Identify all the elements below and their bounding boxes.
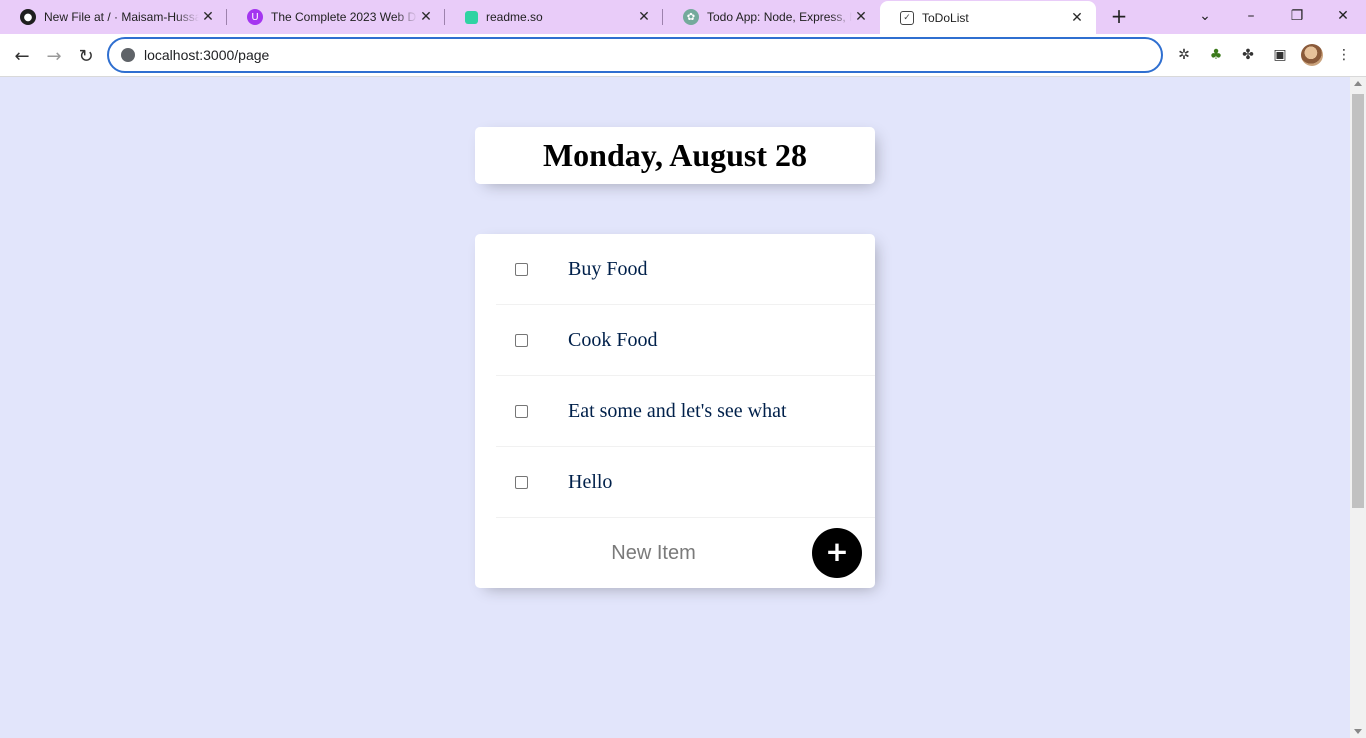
item-checkbox[interactable] — [515, 333, 528, 347]
address-bar[interactable] — [107, 37, 1163, 73]
item-text: Buy Food — [568, 257, 648, 280]
list-item: Hello — [496, 447, 875, 518]
tab-github[interactable]: ● New File at / · Maisam-Hussain ✕ — [0, 0, 227, 34]
close-icon[interactable]: ✕ — [199, 8, 217, 26]
tab-udemy[interactable]: U The Complete 2023 Web Development Boot… — [227, 0, 445, 34]
item-checkbox[interactable] — [515, 262, 528, 276]
reload-button[interactable]: ↻ — [72, 42, 100, 70]
page-viewport: Monday, August 28 Buy Food Cook Food Eat… — [0, 77, 1350, 738]
forward-button[interactable]: → — [40, 42, 68, 70]
github-icon: ● — [20, 9, 36, 25]
close-icon[interactable]: ✕ — [1068, 9, 1086, 27]
tab-title: The Complete 2023 Web Development Bootca… — [271, 10, 417, 24]
item-text: Hello — [568, 470, 613, 493]
tab-title: ToDoList — [922, 10, 969, 25]
close-window-button[interactable]: ✕ — [1320, 0, 1366, 32]
list-item: Cook Food — [496, 305, 875, 376]
todolist-icon: ✓ — [900, 10, 914, 25]
tab-title: New File at / · Maisam-Hussain — [44, 10, 199, 24]
chatgpt-icon: ✿ — [683, 9, 699, 25]
list-item: Buy Food — [496, 234, 875, 305]
tree-extension-icon[interactable]: ♣ — [1205, 44, 1227, 66]
tab-readme[interactable]: readme.so ✕ — [445, 0, 663, 34]
item-checkbox[interactable] — [515, 404, 528, 418]
new-tab-button[interactable]: + — [1108, 4, 1130, 28]
back-button[interactable]: ← — [8, 42, 36, 70]
item-text: Cook Food — [568, 328, 658, 351]
new-item-form: + — [496, 518, 875, 588]
item-checkbox[interactable] — [515, 475, 528, 489]
list-item: Eat some and let's see what — [496, 376, 875, 447]
scroll-up-icon[interactable] — [1354, 81, 1362, 86]
tab-search-button[interactable]: ⌄ — [1182, 0, 1228, 32]
tab-strip: ● New File at / · Maisam-Hussain ✕ U The… — [0, 0, 1366, 34]
menu-kebab-icon[interactable]: ⋮ — [1333, 44, 1355, 66]
browser-toolbar: ← → ↻ ✲ ♣ ✤ ▣ ⋮ — [0, 34, 1366, 77]
tab-todolist[interactable]: ✓ ToDoList ✕ — [880, 1, 1096, 34]
add-item-button[interactable]: + — [812, 528, 862, 578]
item-text: Eat some and let's see what — [568, 399, 787, 422]
close-icon[interactable]: ✕ — [635, 8, 653, 26]
tab-title: readme.so — [486, 10, 543, 24]
avatar[interactable] — [1301, 44, 1323, 66]
side-panel-icon[interactable]: ▣ — [1269, 44, 1291, 66]
minimize-button[interactable]: – — [1228, 0, 1274, 32]
date-heading-box: Monday, August 28 — [475, 127, 875, 184]
new-item-input[interactable] — [496, 518, 811, 588]
close-icon[interactable]: ✕ — [852, 8, 870, 26]
extensions-puzzle-icon[interactable]: ✤ — [1237, 44, 1259, 66]
scrollbar-thumb[interactable] — [1352, 94, 1364, 508]
page-title: Monday, August 28 — [542, 137, 808, 173]
vertical-scrollbar[interactable] — [1350, 77, 1366, 738]
address-input[interactable] — [144, 47, 1104, 63]
bug-extension-icon[interactable]: ✲ — [1173, 44, 1195, 66]
restore-button[interactable]: ❐ — [1274, 0, 1320, 32]
scroll-down-icon[interactable] — [1354, 729, 1362, 734]
udemy-icon: U — [247, 9, 263, 25]
tab-title: Todo App: Node, Express, MongoDB — [707, 10, 852, 24]
todo-list: Buy Food Cook Food Eat some and let's se… — [475, 234, 875, 588]
site-info-icon[interactable] — [121, 48, 135, 62]
tab-chatgpt[interactable]: ✿ Todo App: Node, Express, MongoDB ✕ — [663, 0, 880, 34]
readme-icon — [465, 10, 478, 24]
close-icon[interactable]: ✕ — [417, 8, 435, 26]
